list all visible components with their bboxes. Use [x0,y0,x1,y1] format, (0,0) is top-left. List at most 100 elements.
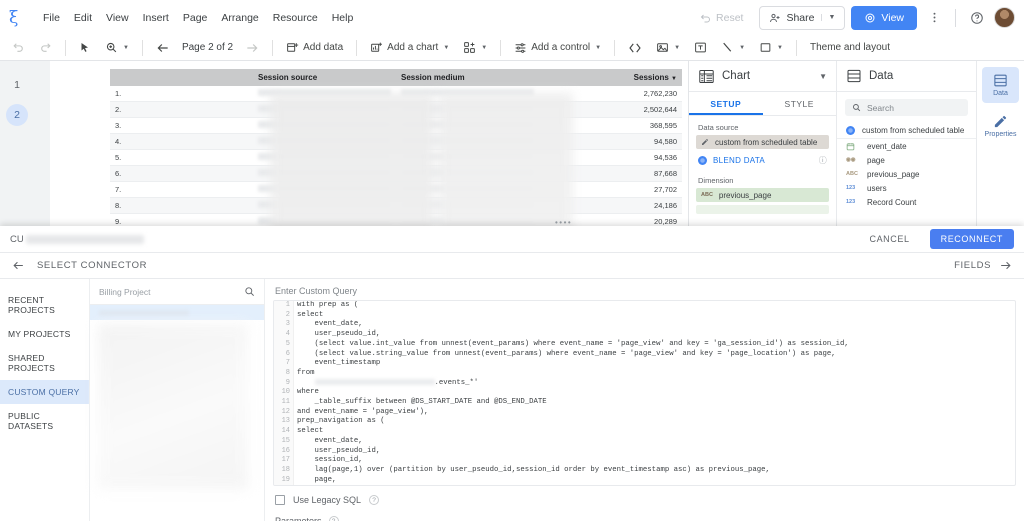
col-session-source[interactable]: Session source [253,69,396,86]
insert-text-button[interactable] [688,38,713,57]
add-community-viz-button[interactable]: ▼ [457,38,493,57]
insert-line-button[interactable]: ▼ [715,38,751,57]
add-data-label: Add data [303,42,344,53]
geo-icon: ◉◉ [846,157,856,163]
tab-style[interactable]: STYLE [763,92,837,115]
connector-recent-projects[interactable]: RECENT PROJECTS [0,288,89,322]
share-caret-icon[interactable]: ▼ [821,14,835,21]
rail-button-properties[interactable]: Properties [982,108,1019,144]
menu-view[interactable]: View [99,8,136,28]
help-button[interactable] [966,7,988,29]
zoom-button[interactable]: ▼ [99,38,135,57]
help-icon[interactable]: ? [328,516,339,521]
menu-file[interactable]: File [36,8,67,28]
blend-data-button[interactable]: BLEND DATA ⓘ [689,152,836,169]
col-sessions[interactable]: Sessions ▼ [539,69,682,86]
kebab-menu-icon [933,12,935,23]
billing-project-column: Billing Project [90,279,265,521]
enter-custom-query-label: Enter Custom Query [275,286,358,296]
field-item-previous-page[interactable]: ABC previous_page [837,167,976,181]
dimension-chip[interactable]: ABC previous_page [696,188,829,202]
menu-resource[interactable]: Resource [266,8,325,28]
fields-button[interactable]: FIELDS [954,259,1012,272]
tab-setup[interactable]: SETUP [689,92,763,115]
sql-line: select [297,310,324,319]
user-avatar[interactable] [994,7,1015,28]
report-canvas[interactable]: Session source Session medium Sessions ▼… [34,61,688,226]
undo-arrow-icon [700,12,712,24]
search-icon[interactable] [244,286,255,297]
page-thumbnail-2[interactable]: 2 [6,104,28,126]
add-control-label: Add a control [531,42,591,53]
connector-custom-query[interactable]: CUSTOM QUERY [0,380,89,404]
chevron-down-icon[interactable]: ▼ [819,72,827,81]
looker-studio-logo[interactable]: ξ [0,9,36,27]
help-icon[interactable]: ? [369,495,380,505]
sort-caret-icon[interactable]: ▼ [671,76,677,82]
report-page[interactable]: Session source Session medium Sessions ▼… [50,61,688,226]
connector-my-projects[interactable]: MY PROJECTS [0,322,89,346]
theme-and-layout-button[interactable]: Theme and layout [804,39,896,56]
menu-insert[interactable]: Insert [136,8,176,28]
data-search-box[interactable] [845,99,968,116]
field-item-record-count[interactable]: 123 Record Count [837,195,976,209]
field-item-users[interactable]: 123 users [837,181,976,195]
reconnect-button[interactable]: RECONNECT [929,229,1014,249]
col-session-medium[interactable]: Session medium [396,69,539,86]
chevron-down-icon: ▼ [481,44,488,51]
undo-button[interactable] [6,38,31,57]
add-data-button[interactable]: Add data [280,38,349,57]
page-thumbnail-strip: 1 2 [0,61,34,226]
select-connector-button[interactable]: SELECT CONNECTOR [12,259,147,272]
data-search-input[interactable] [867,102,961,113]
sessions-table-chart[interactable]: Session source Session medium Sessions ▼… [110,69,682,226]
menu-help[interactable]: Help [325,8,361,28]
page-thumbnail-1[interactable]: 1 [6,74,28,96]
view-button[interactable]: View [851,5,917,30]
rail-button-data[interactable]: Data [982,67,1019,103]
menu-edit[interactable]: Edit [67,8,99,28]
insert-shape-button[interactable]: ▼ [753,38,789,57]
add-control-button[interactable]: Add a control ▼ [508,38,607,57]
resize-handle[interactable]: •••• [555,218,572,226]
sql-line: user_pseudo_id, [297,446,381,455]
pencil-icon [701,138,709,146]
prev-page-button[interactable] [150,38,176,58]
sql-editor[interactable]: 1 2 3 4 5 6 7 8 9 10 11 12 13 14 15 16 1… [273,300,1016,486]
menu-arrange[interactable]: Arrange [214,8,265,28]
top-menu-bar: ξ File Edit View Insert Page Arrange Res… [0,0,1024,35]
reset-button[interactable]: Reset [690,7,753,29]
connector-nav: RECENT PROJECTS MY PROJECTS SHARED PROJE… [0,279,90,521]
next-page-button[interactable] [239,38,265,58]
table-header: Session source Session medium Sessions ▼ [110,69,682,86]
connector-shared-projects[interactable]: SHARED PROJECTS [0,346,89,380]
dimension-chip-partial[interactable] [696,205,829,214]
chevron-down-icon: ▼ [443,44,450,51]
divider [356,39,358,56]
cancel-button[interactable]: CANCEL [861,229,917,249]
redo-button[interactable] [33,38,58,57]
redacted-project-name [99,309,189,316]
share-button[interactable]: Share ▼ [759,5,846,30]
insert-image-button[interactable]: ▼ [650,38,686,57]
select-tool-button[interactable] [73,39,97,57]
page-indicator-label: Page 2 of 2 [181,42,234,53]
row-number: 1. [110,86,253,102]
billing-project-selected-item[interactable] [90,305,264,320]
data-source-item[interactable]: custom from scheduled table [837,123,976,139]
line-number: 1 [285,301,290,309]
parameters-row: Parameters ? [265,505,1024,521]
sql-code-area[interactable]: with prep as ( select event_date, user_p… [297,301,1015,485]
sql-line: (select value.int_value from unnest(even… [297,339,849,348]
more-options-button[interactable] [923,7,945,29]
data-source-chip[interactable]: custom from scheduled table [696,135,829,149]
use-legacy-sql-checkbox[interactable] [275,495,285,505]
field-item-page[interactable]: ◉◉ page [837,153,976,167]
embed-url-button[interactable] [622,38,648,58]
billing-project-search[interactable]: Billing Project [90,279,264,305]
add-chart-button[interactable]: Add a chart ▼ [364,38,455,57]
field-item-event-date[interactable]: event_date [837,139,976,153]
menu-page[interactable]: Page [176,8,215,28]
help-icon[interactable]: ⓘ [819,155,827,166]
connector-public-datasets[interactable]: PUBLIC DATASETS [0,404,89,438]
